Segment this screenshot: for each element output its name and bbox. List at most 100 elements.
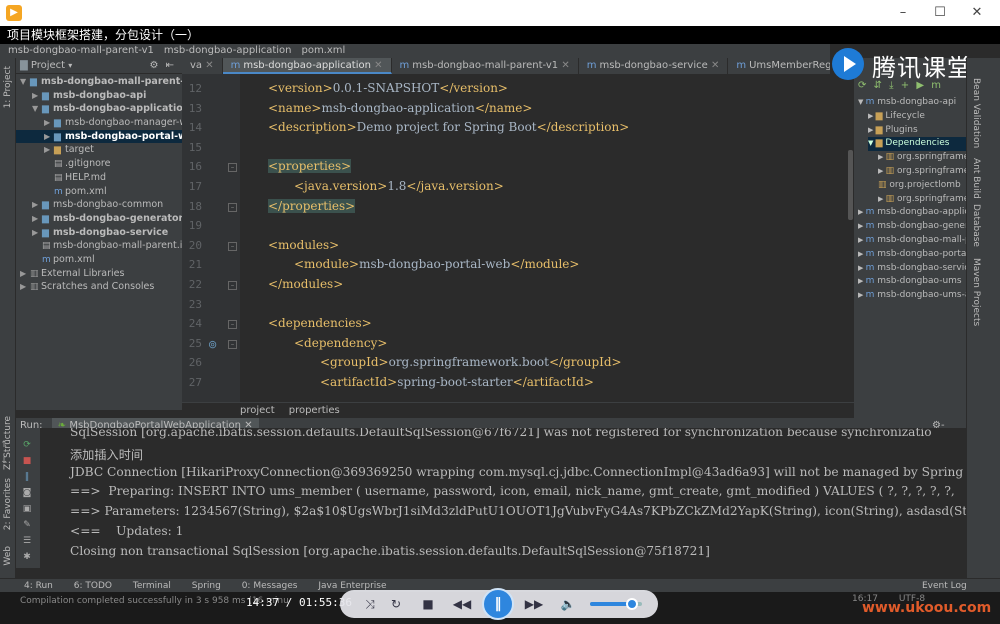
fold-marker-icon[interactable]: –	[228, 320, 237, 330]
maven-tree-item[interactable]: ▶ m msb-dongbao-ums	[858, 275, 966, 289]
shuffle-icon[interactable]: ⤨	[362, 596, 378, 612]
todo-tool-button[interactable]: 6: TODO	[74, 581, 112, 591]
maven-tree-item[interactable]: ▶ ▆ Lifecycle	[868, 110, 966, 124]
code-line[interactable]: </properties>	[268, 198, 356, 213]
code-line[interactable]: <artifactId>spring-boot-starter</artifac…	[320, 375, 594, 389]
tree-item[interactable]: ▤ msb-dongbao-mall-parent.iml	[16, 239, 182, 253]
run-console[interactable]: SqlSession [org.apache.ibatis.session.de…	[40, 428, 966, 568]
code-line[interactable]: <module>msb-dongbao-portal-web</module>	[294, 257, 579, 271]
code-line[interactable]: <name>msb-dongbao-application</name>	[268, 101, 532, 115]
maven-tree-item[interactable]: ▶ m msb-dongbao-service	[858, 262, 966, 276]
fast-forward-icon[interactable]: ▶▶	[524, 596, 544, 612]
loop-icon[interactable]: ↻	[388, 596, 404, 612]
close-tab-icon[interactable]: ✕	[708, 60, 719, 71]
editor-tab[interactable]: m msb-dongbao-mall-parent-v1 ✕	[392, 58, 579, 74]
event-log-button[interactable]: Event Log	[922, 579, 967, 593]
database-tab[interactable]: Database	[971, 204, 981, 247]
list-icon[interactable]: ☰	[21, 536, 33, 547]
maven-tree-item[interactable]: ▼ m msb-dongbao-api	[858, 96, 966, 110]
tree-item[interactable]: ▶▆ msb-dongbao-manager-web	[16, 116, 182, 130]
code-line[interactable]: <properties>	[268, 159, 352, 174]
editor-breadcrumb-item[interactable]: properties	[289, 405, 340, 416]
breadcrumb-item[interactable]: pom.xml	[302, 45, 346, 56]
breadcrumb-item[interactable]: msb-dongbao-application	[164, 45, 292, 56]
favorites-tool-tab[interactable]: 2: Favorites	[3, 478, 13, 530]
volume-knob[interactable]	[625, 598, 638, 610]
stop-playback-icon[interactable]: ■	[420, 596, 436, 612]
pin-icon[interactable]: ✎	[21, 520, 33, 531]
breadcrumb-item[interactable]: msb-dongbao-mall-parent-v1	[8, 45, 154, 56]
tree-item[interactable]: ▶ ▆ target	[16, 143, 182, 157]
code-line[interactable]: <dependencies>	[268, 316, 372, 330]
volume-slider[interactable]	[590, 598, 642, 610]
chevron-right-icon[interactable]: ▶	[868, 112, 876, 120]
editor-tab[interactable]: m msb-dongbao-service ✕	[579, 58, 729, 74]
down-arrow-icon[interactable]: ↓	[0, 456, 10, 467]
close-tab-icon[interactable]: ✕	[202, 60, 213, 71]
tree-item[interactable]: ▶ ▥ Scratches and Consoles	[16, 280, 182, 294]
chevron-right-icon[interactable]: ▶	[858, 236, 866, 244]
tree-item[interactable]: ▤ .gitignore	[16, 157, 182, 171]
settings-icon[interactable]: ✱	[21, 552, 33, 563]
code-editor[interactable]: 12 13 14 15 16 17 18 19 20 21 22 23 24 25 26 27– – – – – – ⊚ …	[182, 74, 854, 402]
maven-projects-tab[interactable]: Maven Projects	[971, 258, 981, 326]
close-tab-icon[interactable]: ✕	[558, 60, 569, 71]
fold-marker-icon[interactable]: –	[228, 241, 237, 251]
editor-scrollbar[interactable]	[848, 150, 853, 220]
chevron-right-icon[interactable]: ▶	[44, 143, 54, 157]
hide-panel-icon[interactable]: ⇤	[166, 60, 174, 71]
maven-tree-item[interactable]: ▶ m msb-dongbao-portal-	[858, 248, 966, 262]
close-button[interactable]: ✕	[962, 2, 992, 24]
project-tool-tab[interactable]: 1: Project	[3, 66, 13, 108]
maven-tree-item[interactable]: ▶ m msb-dongbao-ums-ap	[858, 289, 966, 303]
tree-item[interactable]: ▶▆ msb-dongbao-portal-web	[16, 129, 182, 144]
chevron-right-icon[interactable]: ▶	[858, 291, 866, 299]
maven-tree-item[interactable]: ▶ ▥ org.springframe	[878, 165, 966, 179]
maven-tree-item[interactable]: ▶ ▆ Plugins	[868, 124, 966, 138]
spring-gutter-icon[interactable]: ⊚	[208, 338, 217, 351]
rewind-icon[interactable]: ◀◀	[452, 596, 472, 612]
code-line[interactable]: <description>Demo project for Spring Boo…	[268, 120, 629, 134]
chevron-right-icon[interactable]: ▶	[858, 222, 866, 230]
chevron-right-icon[interactable]: ▶	[20, 267, 30, 281]
ant-build-tab[interactable]: Ant Build	[971, 158, 981, 199]
bean-validation-tab[interactable]: Bean Validation	[971, 78, 981, 148]
chevron-down-icon[interactable]: ▾	[68, 61, 72, 70]
chevron-right-icon[interactable]: ▶	[878, 195, 886, 203]
web-tool-tab[interactable]: Web	[3, 546, 13, 566]
chevron-down-icon[interactable]: ▼	[858, 98, 866, 106]
chevron-right-icon[interactable]: ▶	[32, 226, 42, 240]
camera-icon[interactable]: ◙	[21, 488, 33, 499]
minimize-button[interactable]: –	[888, 2, 918, 24]
maven-tree-item[interactable]: ▶ ▥ org.springframe	[878, 151, 966, 165]
pause-icon[interactable]: ‖	[21, 472, 33, 483]
fold-marker-icon[interactable]: –	[228, 339, 237, 349]
maven-tree-item[interactable]: ▶ ▥ org.springframe	[878, 193, 966, 207]
volume-icon[interactable]: 🔈	[560, 596, 576, 612]
chevron-right-icon[interactable]: ▶	[858, 208, 866, 216]
chevron-down-icon[interactable]: ▼	[20, 75, 30, 89]
chevron-right-icon[interactable]: ▶	[858, 264, 866, 272]
maven-tree-item[interactable]: ▶ m msb-dongbao-applica	[858, 206, 966, 220]
project-panel-header[interactable]: ▇ Project ▾ ⚙ ⇤	[16, 58, 182, 74]
tree-item[interactable]: ▶ ▆ msb-dongbao-common	[16, 198, 182, 212]
tree-item[interactable]: ▼ ▆ msb-dongbao-application	[16, 102, 182, 116]
code-line[interactable]: <groupId>org.springframework.boot</group…	[320, 355, 622, 369]
chevron-right-icon[interactable]: ▶	[878, 167, 886, 175]
editor-breadcrumb-item[interactable]: project	[240, 405, 275, 416]
chevron-right-icon[interactable]: ▶	[44, 130, 54, 144]
editor-tab[interactable]: va ✕	[182, 58, 223, 74]
chevron-down-icon[interactable]: ▼	[32, 102, 42, 116]
chevron-right-icon[interactable]: ▶	[858, 250, 866, 258]
tree-item[interactable]: ▶ ▆ msb-dongbao-service	[16, 226, 182, 240]
tree-item[interactable]: ▶ ▥ External Libraries	[16, 267, 182, 281]
code-line[interactable]: <version>0.0.1-SNAPSHOT</version>	[268, 81, 508, 95]
code-line[interactable]: <dependency>	[294, 336, 387, 350]
settings-gear-icon[interactable]: ⚙	[150, 60, 159, 71]
editor-tab[interactable]: m msb-dongbao-application ✕	[222, 58, 392, 74]
maven-tree-item[interactable]: ▼ ▆ Dependencies	[868, 137, 966, 152]
chevron-right-icon[interactable]: ▶	[32, 89, 42, 103]
tree-item[interactable]: ▤ HELP.md	[16, 171, 182, 185]
fold-marker-icon[interactable]: –	[228, 202, 237, 212]
terminal-tool-button[interactable]: Terminal	[133, 581, 171, 591]
